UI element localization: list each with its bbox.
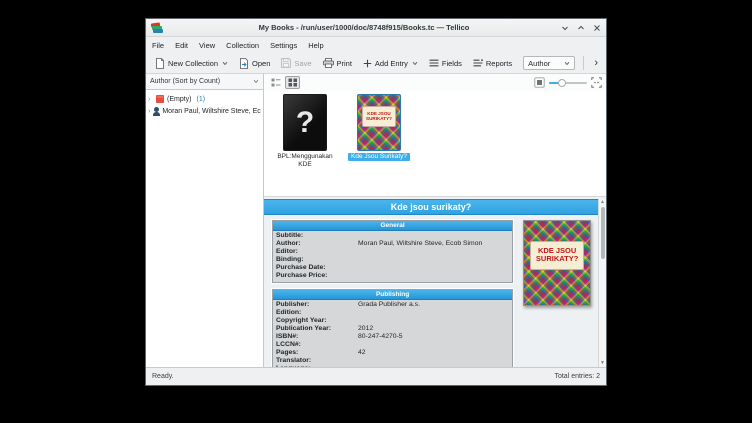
open-button[interactable]: Open: [235, 56, 274, 71]
group-item-author[interactable]: › Moran Paul, Wiltshire Steve, Ec... (1): [148, 105, 261, 117]
status-bar: Ready. Total entries: 2: [146, 367, 606, 385]
unknown-cover-icon: ?: [283, 94, 327, 151]
book-group-icon: [156, 95, 164, 103]
field-row: Binding:: [276, 256, 509, 264]
field-row: Copyright Year:: [276, 317, 509, 325]
save-button[interactable]: Save: [277, 56, 315, 70]
save-icon: [281, 58, 291, 68]
zoom-slider-handle[interactable]: [558, 79, 566, 87]
book-cover-image[interactable]: KDE JSOU SURIKATY?: [523, 220, 591, 306]
entry-label-selected: Kde Jsou Surikaty?: [348, 153, 410, 161]
printer-icon: [323, 58, 334, 68]
detail-scrollbar[interactable]: ▲ ▼: [598, 199, 606, 367]
menu-view[interactable]: View: [199, 41, 215, 50]
expand-arrow-icon[interactable]: ›: [148, 96, 153, 103]
chevron-down-icon: [412, 61, 418, 66]
menu-file[interactable]: File: [152, 41, 164, 50]
minimize-icon[interactable]: [561, 24, 569, 32]
menu-bar: File Edit View Collection Settings Help: [146, 37, 606, 53]
group-item-empty[interactable]: › (Empty) (1): [148, 93, 261, 105]
field-row: Edition:: [276, 309, 509, 317]
window-title: My Books - /run/user/1000/doc/8748f915/B…: [167, 23, 561, 32]
list-view-icon: [271, 78, 281, 87]
scrollbar-thumb[interactable]: [601, 207, 605, 259]
field-row: Editor:: [276, 248, 509, 256]
field-row: Language:: [276, 365, 509, 367]
group-tree: › (Empty) (1) › Moran Paul, Wiltshire St…: [146, 90, 263, 120]
chevron-down-icon: [253, 79, 259, 84]
main-toolbar: New Collection Open Save Print Add Entry…: [146, 53, 606, 74]
reports-icon: [473, 59, 483, 67]
section-general: General Subtitle: Author:Moran Paul, Wil…: [272, 220, 513, 283]
zoom-out-image-icon[interactable]: [534, 77, 545, 88]
field-row: LCCN#:: [276, 341, 509, 349]
menu-edit[interactable]: Edit: [175, 41, 188, 50]
icon-view-toolbar: [264, 74, 606, 91]
scroll-up-icon[interactable]: ▲: [600, 200, 605, 205]
tellico-app-icon: [151, 22, 163, 34]
icon-view-icon: [288, 78, 298, 87]
new-collection-button[interactable]: New Collection: [151, 56, 232, 71]
reports-button[interactable]: Reports: [469, 57, 516, 70]
field-row: Subtitle:: [276, 232, 509, 240]
chevron-down-icon: [564, 61, 570, 66]
field-row: Purchase Date:: [276, 264, 509, 272]
scroll-down-icon[interactable]: ▼: [600, 361, 605, 366]
toolbar-separator: [583, 56, 584, 70]
field-row: Purchase Price:: [276, 272, 509, 280]
chevron-down-icon: [222, 61, 228, 66]
group-by-combobox[interactable]: Author: [523, 56, 574, 70]
field-row: Translator:: [276, 357, 509, 365]
zoom-slider[interactable]: [549, 78, 587, 88]
zoom-fit-icon[interactable]: [591, 77, 602, 88]
toolbar-overflow-button[interactable]: ›: [591, 57, 601, 69]
menu-settings[interactable]: Settings: [270, 41, 297, 50]
group-view-panel: Author (Sort by Count) › (Empty) (1) › M…: [146, 74, 264, 367]
entry-detail-view: Kde jsou surikaty? General Subtitle: Aut…: [264, 199, 606, 367]
entry-item-bpl[interactable]: ? BPL:Menggunakan KDE: [274, 94, 336, 169]
group-sort-combobox[interactable]: Author (Sort by Count): [146, 74, 263, 90]
entry-label: BPL:Menggunakan KDE: [277, 153, 332, 169]
field-row: Publication Year:2012: [276, 325, 509, 333]
list-view-toggle[interactable]: [268, 76, 283, 89]
field-row: Author:Moran Paul, Wiltshire Steve, Ecob…: [276, 240, 509, 248]
tellico-window: My Books - /run/user/1000/doc/8748f915/B…: [145, 18, 607, 386]
field-row: Pages:42: [276, 349, 509, 357]
new-document-icon: [155, 58, 165, 69]
menu-help[interactable]: Help: [308, 41, 323, 50]
add-entry-button[interactable]: Add Entry: [359, 57, 422, 70]
menu-collection[interactable]: Collection: [226, 41, 259, 50]
icon-view-toggle[interactable]: [285, 76, 300, 89]
title-bar[interactable]: My Books - /run/user/1000/doc/8748f915/B…: [146, 19, 606, 37]
plus-icon: [363, 59, 372, 68]
entry-icon-view: ? BPL:Menggunakan KDE KDE JSOU SURIKATY?: [264, 91, 606, 196]
entry-title-banner: Kde jsou surikaty?: [264, 199, 598, 215]
fields-button[interactable]: Fields: [425, 57, 466, 70]
print-button[interactable]: Print: [319, 56, 356, 70]
total-entries: Total entries: 2: [554, 373, 600, 380]
close-icon[interactable]: [593, 24, 601, 32]
maximize-icon[interactable]: [577, 24, 585, 32]
open-file-icon: [239, 58, 249, 69]
status-message: Ready.: [152, 373, 174, 380]
field-row: ISBN#:80-247-4270-5: [276, 333, 509, 341]
entry-item-surikaty[interactable]: KDE JSOU SURIKATY? Kde Jsou Surikaty?: [348, 94, 410, 161]
book-cover-thumbnail: KDE JSOU SURIKATY?: [357, 94, 401, 151]
section-publishing: Publishing Publisher:Grada Publisher a.s…: [272, 289, 513, 367]
person-icon: [154, 107, 159, 112]
fields-icon: [429, 59, 439, 67]
expand-arrow-icon[interactable]: ›: [148, 108, 150, 115]
field-row: Publisher:Grada Publisher a.s.: [276, 301, 509, 309]
